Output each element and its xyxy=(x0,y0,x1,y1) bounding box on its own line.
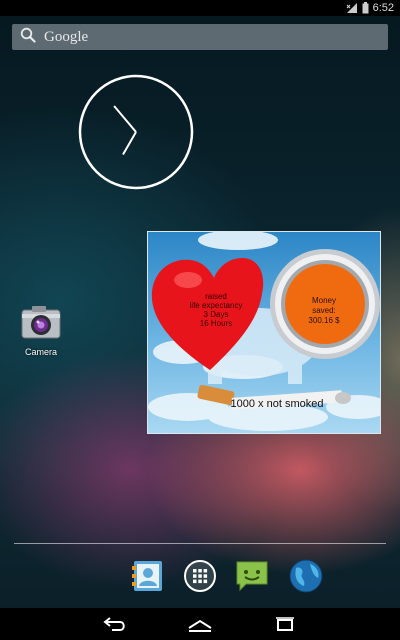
money-line-saved: saved: xyxy=(312,306,336,315)
heart-line-raised: raised xyxy=(205,292,227,301)
clock-minute-hand xyxy=(122,131,137,156)
analog-clock-widget[interactable] xyxy=(78,74,194,190)
heart-line-life-expectancy: life expectancy xyxy=(189,301,243,310)
recent-apps-icon[interactable] xyxy=(270,616,300,634)
app-label-camera: Camera xyxy=(24,347,57,357)
clock-hour-hand xyxy=(113,105,137,133)
camera-icon xyxy=(20,306,62,344)
money-line-amount: 300.16 $ xyxy=(308,316,340,325)
search-label: Google xyxy=(44,28,89,45)
heart-line-hours: 16 Hours xyxy=(199,319,233,328)
status-icons: 6:52 xyxy=(346,1,394,15)
money-line-title: Money xyxy=(311,296,336,305)
google-search-bar[interactable]: Google xyxy=(12,24,388,50)
messaging-icon[interactable] xyxy=(234,558,270,594)
battery-icon xyxy=(362,2,369,14)
contacts-icon[interactable] xyxy=(130,558,166,594)
dock-divider xyxy=(14,543,386,544)
search-icon xyxy=(20,27,36,48)
app-drawer-icon[interactable] xyxy=(182,558,218,594)
navigation-bar xyxy=(0,608,400,640)
heart-line-days: 3 Days xyxy=(203,310,229,319)
app-camera[interactable]: Camera xyxy=(18,304,64,357)
status-time: 6:52 xyxy=(372,2,394,14)
signal-icon xyxy=(346,2,358,14)
quit-smoking-widget[interactable]: raised life expectancy 3 Days 16 Hours M… xyxy=(147,231,381,434)
browser-globe-icon[interactable] xyxy=(288,558,324,594)
money-saved-text: Money saved: 300.16 $ xyxy=(282,296,366,326)
status-bar: 6:52 xyxy=(0,0,400,16)
clock-face xyxy=(78,74,194,190)
life-expectancy-text: raised life expectancy 3 Days 16 Hours xyxy=(164,292,268,328)
not-smoked-count: 1000 x not smoked xyxy=(230,398,324,410)
home-icon[interactable] xyxy=(185,616,215,634)
back-icon[interactable] xyxy=(100,616,130,634)
